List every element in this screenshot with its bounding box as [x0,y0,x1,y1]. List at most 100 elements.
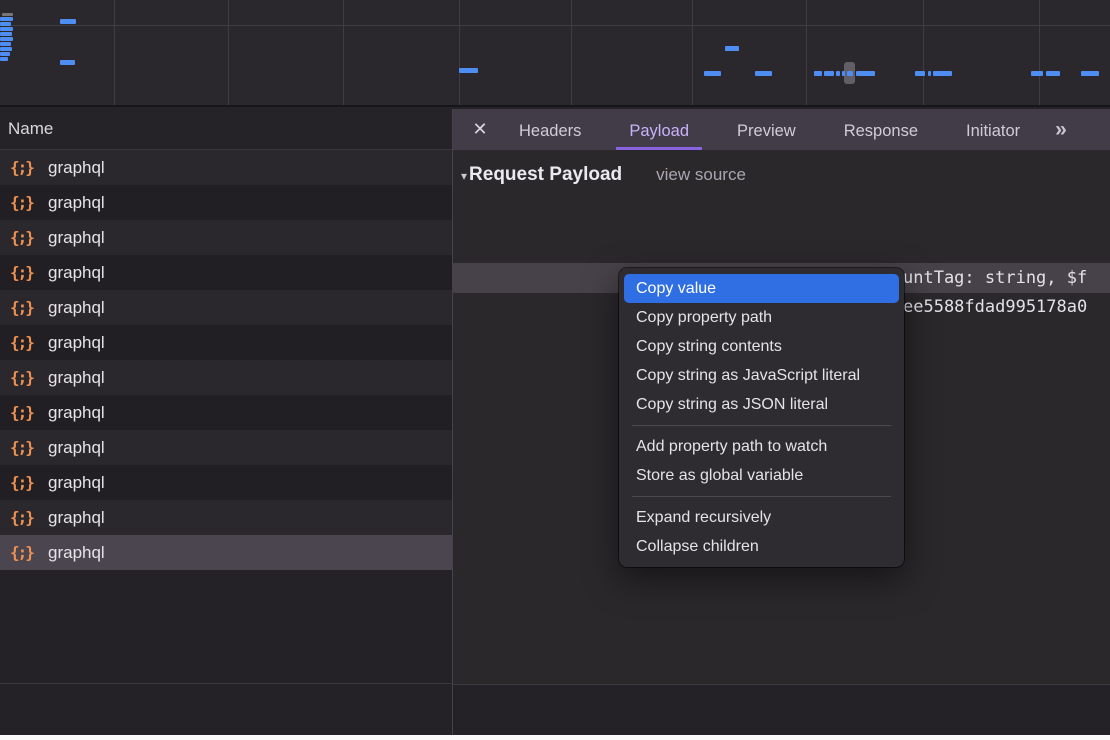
tab-preview[interactable]: Preview [724,109,809,150]
timeline-request-bar [0,27,13,31]
timeline-request-bar [704,71,721,76]
section-collapse-icon[interactable]: ▾ [461,169,467,183]
request-row[interactable]: {;}graphql [0,290,453,325]
tab-response[interactable]: Response [831,109,931,150]
json-request-icon: {;} [10,158,36,177]
request-list-pane: Name {;}graphql{;}graphql{;}graphql{;}gr… [0,109,453,735]
timeline-request-bar [0,57,8,61]
json-request-icon: {;} [10,508,36,527]
request-row[interactable]: {;}graphql [0,220,453,255]
request-name-label: graphql [48,298,105,318]
timeline-request-bar [0,37,13,41]
property-value-right-fragment: ee5588fdad995178a0 [903,293,1087,322]
request-name-label: graphql [48,228,105,248]
more-tabs-icon[interactable]: » [1055,118,1065,142]
column-header-name[interactable]: Name [0,109,453,150]
timeline-gridline [343,0,344,107]
timeline-request-bar [0,47,12,51]
view-source-link[interactable]: view source [656,165,746,185]
request-list-footer [0,683,453,734]
timeline-gridline [1039,0,1040,107]
timeline-request-bar [60,60,75,65]
menu-item-collapse-children[interactable]: Collapse children [624,532,899,561]
menu-item-expand-recursively[interactable]: Expand recursively [624,503,899,532]
timeline-gridline [228,0,229,107]
network-overview-timeline[interactable] [0,0,1110,107]
json-request-icon: {;} [10,543,36,562]
timeline-request-bar [1046,71,1060,76]
request-name-label: graphql [48,193,105,213]
request-name-label: graphql [48,508,105,528]
timeline-request-bar [0,52,10,56]
timeline-gridline [806,0,807,107]
menu-item-copy-string-as-json-literal[interactable]: Copy string as JSON literal [624,390,899,419]
tab-payload[interactable]: Payload [616,109,702,150]
request-name-label: graphql [48,438,105,458]
timeline-request-bar [0,17,13,21]
timeline-request-bar [0,32,12,36]
page-background-strip [0,735,1110,740]
timeline-request-bar [842,71,845,76]
timeline-request-bar [814,71,822,76]
timeline-request-bar [847,71,853,76]
json-request-icon: {;} [10,403,36,422]
request-row[interactable]: {;} graphql [0,185,453,220]
menu-item-copy-string-as-javascript-literal[interactable]: Copy string as JavaScript literal [624,361,899,390]
menu-item-copy-property-path[interactable]: Copy property path [624,303,899,332]
timeline-request-bar [60,19,76,24]
request-name-label: graphql [48,368,105,388]
timeline-request-bar [933,71,952,76]
menu-item-add-property-path-to-watch[interactable]: Add property path to watch [624,432,899,461]
timeline-request-bar [1081,71,1099,76]
overview-lane-divider [0,25,1110,26]
request-row[interactable]: {;}graphql [0,395,453,430]
timeline-gridline [114,0,115,107]
timeline-request-bar [459,68,478,73]
timeline-request-bar [725,46,739,51]
timeline-gridline [571,0,572,107]
json-request-icon: {;} [10,193,36,212]
timeline-request-bar [915,71,925,76]
request-list: {;} graphql {;} graphql {;} graphql {;} graphql… [0,150,453,683]
timeline-request-bar [824,71,834,76]
timeline-gridline [692,0,693,107]
payload-root-row[interactable]: ▼ {operationName: "ipFlowTimeseries", va… [453,205,1110,234]
request-row[interactable]: {;}graphql [0,535,453,570]
menu-item-copy-string-contents[interactable]: Copy string contents [624,332,899,361]
request-name-label: graphql [48,263,105,283]
request-name-label: graphql [48,473,105,493]
section-title: Request Payload [469,164,622,186]
request-row[interactable]: {;} graphql [0,430,453,465]
request-row[interactable]: {;}graphql [0,465,453,500]
close-icon[interactable]: ✕ [470,119,490,140]
request-row[interactable]: {;} graphql [0,325,453,360]
column-header-label: Name [8,119,53,139]
request-row[interactable]: {;} graphql [0,150,453,185]
json-request-icon: {;} [10,438,36,457]
tab-initiator[interactable]: Initiator [953,109,1033,150]
detail-tabbar: ✕ Headers Payload Preview Response Initiator… [453,109,1110,150]
context-menu: Copy valueCopy property pathCopy string … [619,268,904,567]
request-name-label: graphql [48,333,105,353]
request-payload-section[interactable]: ▾ Request Payload view source [453,164,746,186]
json-request-icon: {;} [10,333,36,352]
request-name-label: graphql [48,158,105,178]
timeline-request-bar [2,13,13,16]
timeline-gridline [923,0,924,107]
menu-separator [632,496,891,497]
menu-separator [632,425,891,426]
timeline-request-bar [856,71,875,76]
menu-item-copy-value[interactable]: Copy value [624,274,899,303]
request-row[interactable]: {;}graphql [0,360,453,395]
payload-row-operationname[interactable]: operationName: "ipFlowTimeseries" [453,234,1110,263]
timeline-request-bar [1031,71,1043,76]
request-row[interactable]: {;} graphql [0,500,453,535]
pane-divider[interactable] [452,109,453,735]
request-row[interactable]: {;}graphql [0,255,453,290]
menu-item-store-as-global-variable[interactable]: Store as global variable [624,461,899,490]
detail-footer [453,684,1110,735]
tab-headers[interactable]: Headers [506,109,594,150]
devtools-window: Name {;}graphql{;}graphql{;}graphql{;}gr… [0,0,1110,735]
detail-tabs: Headers Payload Preview Response Initiator [506,109,1055,150]
timeline-request-bar [0,22,11,26]
